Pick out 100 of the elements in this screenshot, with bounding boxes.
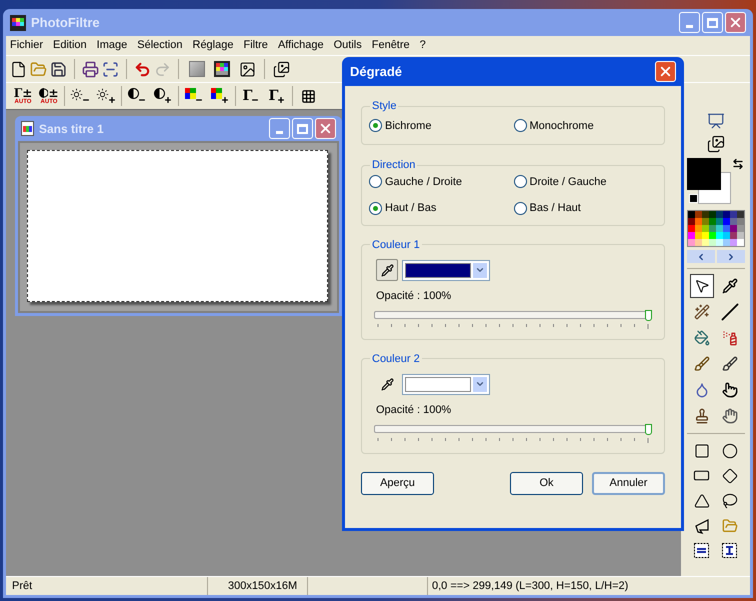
slider-thumb[interactable] xyxy=(645,424,652,434)
menu-item[interactable]: Réglage xyxy=(192,37,234,54)
square-icon xyxy=(189,61,205,77)
images-icon xyxy=(273,60,290,78)
sun-icon xyxy=(96,88,109,101)
status-text: Prêt xyxy=(6,577,208,595)
swap-colors-icon[interactable] xyxy=(732,158,744,170)
half-circle-icon xyxy=(154,88,165,99)
dialog-button[interactable]: Aperçu xyxy=(361,472,434,494)
opacity-slider[interactable] xyxy=(374,310,652,320)
close-icon xyxy=(318,121,333,136)
presentation-icon xyxy=(706,112,724,130)
finger-icon xyxy=(722,382,738,398)
pipette-icon xyxy=(380,378,394,390)
group-label: Direction xyxy=(371,158,416,173)
plus-icon xyxy=(221,96,229,104)
select-all-icon xyxy=(694,543,709,558)
menu-item[interactable]: Sélection xyxy=(137,37,182,54)
menu-item[interactable]: ? xyxy=(420,37,426,54)
previous-button[interactable] xyxy=(686,250,714,263)
menu-item[interactable]: Affichage xyxy=(278,37,324,54)
pipette-icon xyxy=(380,264,394,276)
dialog-button[interactable]: Ok xyxy=(510,472,583,494)
document-title: Sans titre 1 xyxy=(39,120,105,138)
opacity-slider[interactable] xyxy=(374,424,652,434)
color-palette[interactable] xyxy=(686,210,744,247)
polygon-lasso-icon xyxy=(694,518,710,534)
menu-item[interactable]: Image xyxy=(96,37,128,54)
dialog-button[interactable]: Annuler xyxy=(592,472,665,494)
magic-wand-icon xyxy=(694,304,710,320)
window-title: PhotoFiltre xyxy=(31,14,101,32)
dialog-title: Dégradé xyxy=(350,62,404,81)
ellipse-icon xyxy=(722,442,738,458)
next-button[interactable] xyxy=(716,250,744,263)
hand-icon xyxy=(722,408,738,424)
maximize-button[interactable] xyxy=(292,118,313,139)
radio-option[interactable]: Bichrome xyxy=(369,118,514,134)
color-grid-icon xyxy=(214,61,230,77)
brush-icon xyxy=(722,356,738,372)
close-button[interactable] xyxy=(655,61,676,82)
app-icon xyxy=(10,14,26,30)
grid-icon xyxy=(300,88,316,104)
minimize-button[interactable] xyxy=(269,118,290,139)
pipette-icon xyxy=(722,278,738,294)
opacity-label: Opacité : 100% xyxy=(376,403,452,418)
tool-button[interactable] xyxy=(690,274,714,298)
paint-bucket-icon xyxy=(694,330,710,346)
radio-option[interactable]: Haut / Bas xyxy=(369,200,514,216)
rectangle-icon xyxy=(694,442,710,458)
lasso-icon xyxy=(722,492,738,508)
image-size-text: 300x150x16M xyxy=(208,577,308,595)
text-cursor-icon xyxy=(722,543,737,558)
brush-icon xyxy=(694,356,710,372)
droplet-icon xyxy=(694,382,710,398)
slider-thumb[interactable] xyxy=(645,310,652,320)
opacity-label: Opacité : 100% xyxy=(376,289,452,304)
gamma-up-button[interactable]: Γ xyxy=(264,84,290,108)
menu-item[interactable]: Outils xyxy=(334,37,362,54)
radio-option[interactable]: Monochrome xyxy=(514,118,658,134)
stamp-icon xyxy=(694,408,710,424)
printer-icon xyxy=(82,60,99,78)
plus-icon xyxy=(108,96,116,104)
color-swatches-drawing[interactable] xyxy=(686,158,730,204)
eyedropper-button[interactable] xyxy=(376,259,398,281)
group-label: Style xyxy=(371,99,398,114)
radio-option[interactable]: Gauche / Droite xyxy=(369,174,514,190)
new-file-icon xyxy=(10,60,27,78)
color-squares-icon xyxy=(185,88,196,99)
selection-coordinates-text: 0,0 ==> 299,149 (L=300, H=150, L/H=2) xyxy=(431,578,630,594)
menu-item[interactable]: Edition xyxy=(53,37,87,54)
menu-item[interactable]: Fenêtre xyxy=(372,37,410,54)
open-folder-icon xyxy=(722,518,738,534)
menu-item[interactable]: Fichier xyxy=(10,37,44,54)
document-icon xyxy=(21,121,34,136)
undo-icon xyxy=(134,60,151,78)
close-icon xyxy=(728,15,743,30)
spray-can-icon xyxy=(722,330,738,346)
minimize-button[interactable] xyxy=(679,12,700,33)
menu-item[interactable]: Filtre xyxy=(243,37,268,54)
close-icon xyxy=(658,64,673,79)
arrow-pointer-icon xyxy=(694,278,710,294)
group-label: Couleur 2 xyxy=(371,352,421,366)
redo-icon xyxy=(154,60,171,78)
diamond-icon xyxy=(722,468,738,484)
radio-option[interactable]: Droite / Gauche xyxy=(514,174,658,190)
maximize-button[interactable] xyxy=(702,12,723,33)
gamma-down-button[interactable]: Γ xyxy=(238,84,264,108)
close-button[interactable] xyxy=(725,12,746,33)
image-icon xyxy=(239,60,256,78)
triangle-icon xyxy=(694,492,710,508)
line-icon xyxy=(720,303,738,321)
color-dropdown[interactable] xyxy=(402,374,490,394)
color-dropdown[interactable] xyxy=(402,260,490,280)
plus-icon xyxy=(277,96,286,104)
half-circle-icon xyxy=(128,88,139,99)
radio-option[interactable]: Bas / Haut xyxy=(514,200,658,216)
close-button[interactable] xyxy=(315,118,336,139)
folder-icon xyxy=(30,60,47,78)
save-icon xyxy=(50,60,67,78)
sun-icon xyxy=(70,88,83,101)
